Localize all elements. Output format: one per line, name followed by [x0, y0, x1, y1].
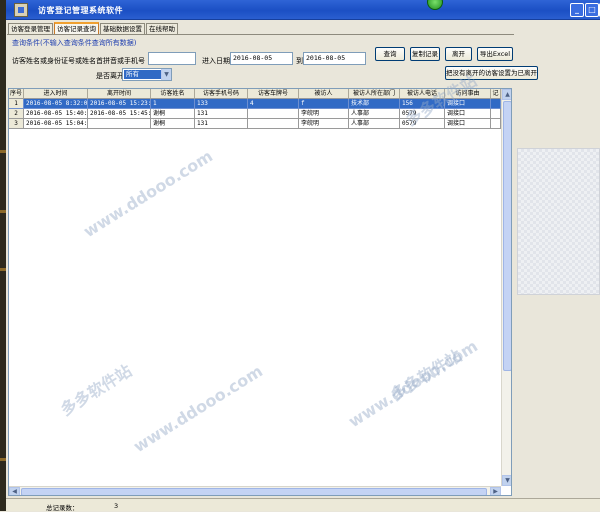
row-index[interactable]: 1	[9, 99, 24, 109]
header-host-phone[interactable]: 被访人电话	[400, 89, 445, 99]
date-to-input[interactable]: 2016-08-05	[303, 52, 366, 65]
date-from-input[interactable]: 2016-08-05	[230, 52, 293, 65]
records-table[interactable]: 序号 进入时间 离开时间 访客姓名 访客手机号码 访客车牌号 被访人 被访人所在…	[8, 88, 512, 496]
date-to-label: 到	[296, 57, 303, 65]
header-host[interactable]: 被访人	[299, 89, 349, 99]
header-visitor-phone[interactable]: 访客手机号码	[195, 89, 248, 99]
cell-host-phone[interactable]: 156	[400, 99, 445, 109]
visitor-photo-placeholder	[517, 148, 600, 295]
copy-record-button[interactable]: 复制记录	[410, 47, 440, 61]
scroll-up-icon[interactable]: ▲	[502, 89, 511, 100]
header-enter-time[interactable]: 进入时间	[24, 89, 88, 99]
search-button[interactable]: 查询	[375, 47, 405, 61]
desktop-mark	[0, 458, 6, 461]
table-row[interactable]: 2 2016-08-05 15:40:19 2016-08-05 15:45:3…	[9, 109, 501, 119]
cell-visitor-phone[interactable]: 133	[195, 99, 248, 109]
cell-host[interactable]: 李皖明	[299, 119, 349, 129]
header-index[interactable]: 序号	[9, 89, 24, 99]
scroll-left-icon[interactable]: ◀	[9, 487, 20, 495]
cell-visitor-name[interactable]: 1	[151, 99, 195, 109]
cell-note[interactable]	[491, 99, 501, 109]
cell-reason[interactable]: 调接口	[445, 109, 491, 119]
desktop-mark	[0, 210, 6, 213]
header-reason[interactable]: 访问事由	[445, 89, 491, 99]
tab-divider	[7, 34, 514, 35]
left-status-label: 是否离开	[96, 72, 124, 80]
tab-base-settings[interactable]: 基础数据设置	[100, 23, 145, 34]
header-leave-time[interactable]: 离开时间	[88, 89, 151, 99]
cell-visitor-phone[interactable]: 131	[195, 109, 248, 119]
tab-online-help[interactable]: 在线帮助	[146, 23, 178, 34]
cell-host-dept[interactable]: 人事部	[349, 119, 400, 129]
vertical-scroll-thumb[interactable]	[503, 101, 511, 371]
cell-visitor-name[interactable]: 谢桐	[151, 119, 195, 129]
header-plate[interactable]: 访客车牌号	[248, 89, 299, 99]
row-index[interactable]: 2	[9, 109, 24, 119]
cell-enter-time[interactable]: 2016-08-05 15:40:19	[24, 109, 88, 119]
cell-host-dept[interactable]: 人事部	[349, 109, 400, 119]
window-titlebar[interactable]: 访客登记管理系统软件 _ □ ×	[6, 0, 600, 20]
cell-leave-time[interactable]	[88, 119, 151, 129]
left-status-select[interactable]: 所有 ▼	[122, 68, 172, 81]
query-hint: 查询条件(不输入查询条件查询所有数据)	[12, 39, 137, 47]
set-all-left-button[interactable]: 把没有离开的访客设置为已离开	[445, 66, 538, 80]
table-row[interactable]: 3 2016-08-05 15:04:30 谢桐 131 李皖明 人事部 057…	[9, 119, 501, 129]
left-status-value: 所有	[124, 70, 162, 79]
status-bar: 总记录数： 3	[6, 498, 600, 512]
scroll-right-icon[interactable]: ▶	[490, 487, 501, 495]
table-row[interactable]: 1 2016-08-05 8:32:01 2016-08-05 15:23: 1 1…	[9, 99, 501, 109]
cell-reason[interactable]: 调接口	[445, 119, 491, 129]
cell-leave-time[interactable]: 2016-08-05 15:23:11	[88, 99, 151, 109]
header-note[interactable]: 记	[491, 89, 501, 99]
horizontal-scrollbar[interactable]: ◀ ▶	[9, 486, 501, 495]
desktop-edge	[0, 0, 6, 511]
export-excel-button[interactable]: 导出Excel	[477, 47, 513, 61]
window-title: 访客登记管理系统软件	[38, 6, 123, 15]
cell-plate[interactable]	[248, 119, 299, 129]
cell-host-dept[interactable]: 技术部	[349, 99, 400, 109]
cell-note[interactable]	[491, 109, 501, 119]
desktop-mark	[0, 150, 6, 153]
cell-visitor-phone[interactable]: 131	[195, 119, 248, 129]
cell-host-phone[interactable]: 0579	[400, 119, 445, 129]
cell-enter-time[interactable]: 2016-08-05 15:04:30	[24, 119, 88, 129]
tab-record-query[interactable]: 访客记录查询	[54, 22, 99, 34]
chevron-down-icon[interactable]: ▼	[161, 69, 171, 80]
leave-button[interactable]: 离开	[445, 47, 472, 61]
scroll-down-icon[interactable]: ▼	[502, 475, 511, 486]
header-visitor-name[interactable]: 访客姓名	[151, 89, 195, 99]
total-records-value: 3	[114, 502, 119, 510]
horizontal-scroll-thumb[interactable]	[21, 488, 487, 495]
cell-host[interactable]: f	[299, 99, 349, 109]
maximize-button[interactable]: □	[585, 3, 599, 17]
cell-enter-time[interactable]: 2016-08-05 8:32:01	[24, 99, 88, 109]
name-search-label: 访客姓名或身份证号或姓名首拼音或手机号	[12, 57, 145, 65]
desktop-mark	[0, 268, 6, 271]
row-index[interactable]: 3	[9, 119, 24, 129]
tab-visitor-login[interactable]: 访客登录管理	[8, 23, 53, 34]
cell-leave-time[interactable]: 2016-08-05 15:45:35	[88, 109, 151, 119]
vertical-scrollbar[interactable]: ▲ ▼	[501, 89, 511, 486]
header-host-dept[interactable]: 被访人所在部门	[349, 89, 400, 99]
cell-plate[interactable]	[248, 109, 299, 119]
cell-host-phone[interactable]: 0579	[400, 109, 445, 119]
main-tabs: 访客登录管理 访客记录查询 基础数据设置 在线帮助	[8, 22, 179, 34]
minimize-button[interactable]: _	[570, 3, 584, 17]
name-search-input[interactable]	[148, 52, 196, 65]
cell-reason[interactable]: 调接口	[445, 99, 491, 109]
cell-visitor-name[interactable]: 谢桐	[151, 109, 195, 119]
cell-host[interactable]: 李皖明	[299, 109, 349, 119]
cell-note[interactable]	[491, 119, 501, 129]
status-dot-icon	[427, 0, 443, 10]
app-icon	[14, 3, 28, 17]
cell-plate[interactable]: 4	[248, 99, 299, 109]
table-header: 序号 进入时间 离开时间 访客姓名 访客手机号码 访客车牌号 被访人 被访人所在…	[9, 89, 501, 99]
